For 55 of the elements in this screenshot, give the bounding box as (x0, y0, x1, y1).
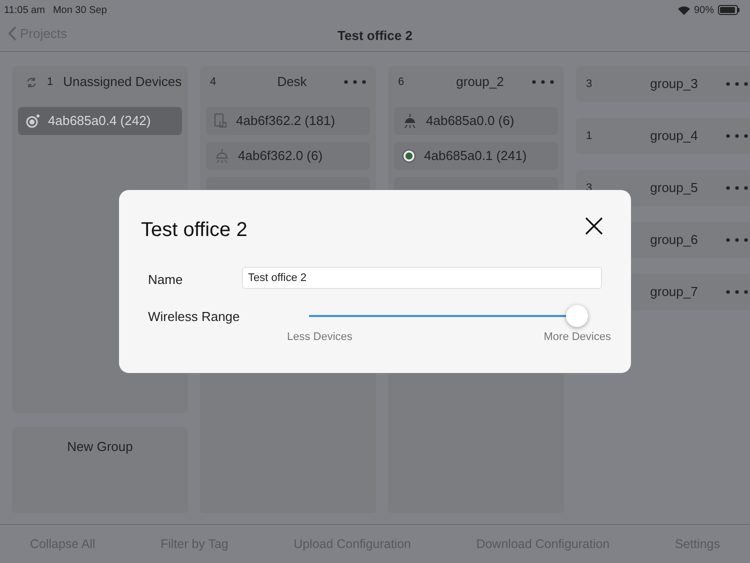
nav-title: Test office 2 (338, 26, 412, 45)
device-item[interactable]: 4ab685a0.4 (242) (18, 107, 182, 135)
more-button[interactable] (726, 186, 748, 190)
column-title: Unassigned Devices (63, 73, 182, 92)
device-label: 4ab685a0.0 (6) (426, 112, 514, 130)
name-label: Name (148, 271, 183, 289)
group-title: group_6 (649, 231, 699, 250)
device-label: 4ab685a0.4 (242) (48, 112, 151, 130)
status-date: Mon 30 Sep (52, 4, 107, 18)
device-icon (402, 114, 418, 128)
group-card[interactable]: 1 group_4 (576, 118, 750, 154)
device-label: 4ab6f362.2 (181) (236, 112, 336, 130)
device-label: 4ab685a0.1 (241) (424, 147, 527, 166)
close-button[interactable] (585, 217, 603, 235)
group-title: group_5 (649, 179, 699, 198)
group-title: group_3 (649, 75, 699, 94)
device-icon (26, 114, 40, 128)
group-card[interactable]: 3 group_3 (576, 66, 750, 102)
name-field[interactable]: Test office 2 (242, 267, 602, 289)
device-icon (214, 113, 228, 129)
refresh-icon (26, 76, 37, 88)
more-button[interactable] (726, 134, 748, 138)
wifi-icon (678, 6, 690, 14)
more-button[interactable] (726, 82, 748, 86)
device-item[interactable]: 4ab685a0.0 (6) (394, 107, 558, 135)
range-label: Wireless Range (148, 308, 240, 326)
column-title: group_2 (455, 73, 505, 92)
device-item[interactable]: 4ab685a0.1 (241) (394, 142, 558, 170)
device-item[interactable]: 4ab6f362.2 (181) (206, 107, 370, 135)
new-group-button[interactable]: New Group (12, 427, 188, 513)
more-button[interactable] (726, 238, 748, 242)
device-item[interactable]: 4ab6f362.0 (6) (206, 142, 370, 170)
column-title: Desk (276, 73, 308, 92)
status-time: 11:05 am (4, 4, 45, 18)
device-icon (214, 149, 230, 163)
dialog-title: Test office 2 (141, 218, 248, 243)
device-icon (402, 149, 416, 163)
slider-thumb[interactable] (566, 305, 588, 327)
min-label: Less Devices (287, 330, 352, 345)
group-title: group_7 (649, 283, 699, 302)
battery-icon (718, 5, 740, 15)
device-count: 4 (210, 74, 218, 90)
more-button[interactable] (726, 290, 748, 294)
more-button[interactable] (344, 80, 366, 84)
device-count: 1 (47, 74, 54, 90)
device-label: 4ab6f362.0 (6) (238, 147, 323, 166)
more-button[interactable] (532, 80, 554, 84)
group-title: group_4 (649, 127, 699, 146)
device-count: 3 (586, 76, 594, 92)
device-count: 1 (586, 128, 594, 144)
max-label: More Devices (544, 330, 611, 345)
battery-percent: 90% (694, 4, 714, 18)
device-count: 6 (398, 74, 406, 90)
chevron-left-icon (8, 26, 17, 42)
slider[interactable] (309, 305, 588, 327)
